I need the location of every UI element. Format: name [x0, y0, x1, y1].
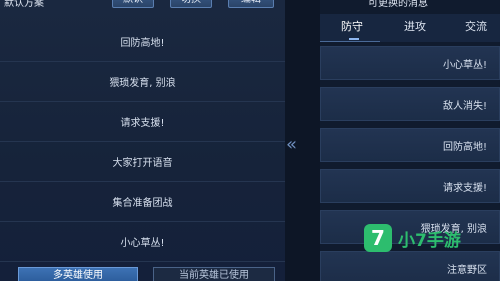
- tab-communication[interactable]: 交流: [465, 18, 487, 34]
- current-message-list: 回防高地! 猥琐发育, 别浪 请求支援! 大家打开语音 集合准备团战 小心草丛!: [0, 22, 285, 262]
- current-hero-used-button[interactable]: 当前英雄已使用: [153, 267, 275, 281]
- message-slot-6[interactable]: 小心草丛!: [0, 222, 285, 262]
- tab-attack[interactable]: 进攻: [404, 18, 426, 34]
- switch-button[interactable]: 切换: [170, 0, 212, 8]
- scheme-footer: 多英雄使用 当前英雄已使用: [0, 264, 285, 281]
- default-button[interactable]: 默认: [112, 0, 154, 8]
- message-slot-2[interactable]: 猥琐发育, 别浪: [0, 62, 285, 102]
- scheme-title: 默认方案: [4, 0, 44, 9]
- multi-hero-use-button[interactable]: 多英雄使用: [18, 267, 138, 281]
- double-chevron-left-icon[interactable]: «: [286, 134, 297, 155]
- message-text: 回防高地!: [120, 38, 165, 49]
- tab-defense[interactable]: 防守: [341, 18, 363, 34]
- message-scheme-panel: 默认方案 默认 切换 编辑 回防高地! 猥琐发育, 别浪 请求支援! 大家打开语…: [0, 0, 285, 281]
- message-slot-5[interactable]: 集合准备团战: [0, 182, 285, 222]
- replaceable-messages-title: 可更换的消息: [368, 0, 428, 9]
- watermark-text: 小7手游: [398, 231, 461, 251]
- message-slot-3[interactable]: 请求支援!: [0, 102, 285, 142]
- list-item[interactable]: 回防高地!: [320, 128, 500, 162]
- message-category-tabs: 防守 进攻 交流: [320, 14, 500, 42]
- list-item[interactable]: 请求支援!: [320, 169, 500, 203]
- watermark-badge: 7: [364, 224, 392, 252]
- active-tab-indicator: [349, 38, 359, 40]
- edit-button[interactable]: 编辑: [228, 0, 274, 8]
- message-slot-4[interactable]: 大家打开语音: [0, 142, 285, 182]
- site-watermark-logo: 7 小7手游: [364, 224, 484, 262]
- message-text: 大家打开语音: [112, 158, 173, 169]
- list-item[interactable]: 小心草丛!: [320, 46, 500, 80]
- message-text: 猥琐发育, 别浪: [109, 78, 176, 89]
- list-item[interactable]: 敌人消失!: [320, 87, 500, 121]
- message-text: 小心草丛!: [120, 238, 165, 249]
- tab-divider: [320, 41, 380, 42]
- scheme-header: 默认方案 默认 切换 编辑: [0, 0, 285, 12]
- message-text: 请求支援!: [120, 118, 165, 129]
- message-text: 集合准备团战: [112, 198, 173, 209]
- message-slot-1[interactable]: 回防高地!: [0, 22, 285, 62]
